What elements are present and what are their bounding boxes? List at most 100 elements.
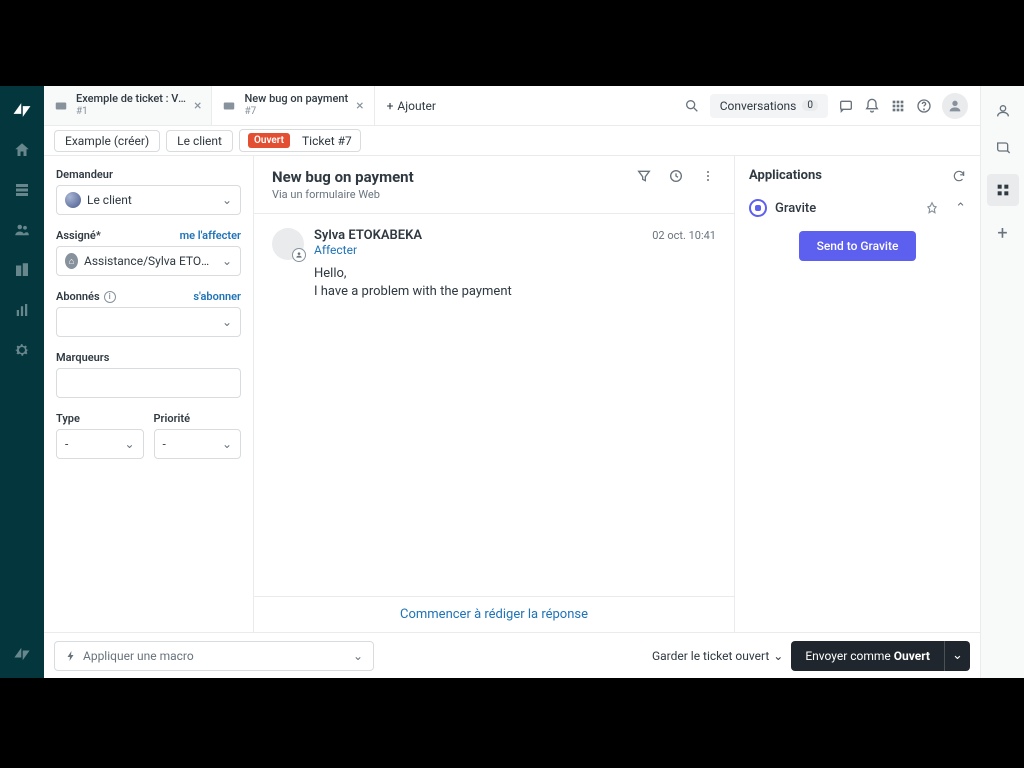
ticket-properties-panel: Demandeur Le client ⌄ Assigné* me l'affe… [44,156,254,632]
organizations-icon[interactable] [12,260,32,280]
profile-avatar[interactable] [942,93,968,119]
search-icon[interactable] [684,98,700,114]
requester-select[interactable]: Le client ⌄ [56,185,241,215]
assign-link[interactable]: Affecter [314,243,716,257]
conversations-button[interactable]: Conversations 0 [710,94,828,118]
chevron-down-icon: ⌄ [222,315,232,329]
priority-value: - [163,437,166,451]
views-icon[interactable] [12,180,32,200]
breadcrumb-example[interactable]: Example (créer) [54,130,160,152]
message-body: Hello, I have a problem with the payment [314,265,716,301]
assignee-value: Assistance/Sylva ETOKABEKA [84,254,216,268]
tab-ticket-7[interactable]: New bug on payment #7 × [212,86,374,125]
priority-label: Priorité [154,412,242,425]
apps-rail-button[interactable] [987,174,1019,206]
breadcrumb-bar: Example (créer) Le client Ouvert Ticket … [44,126,980,156]
macro-label: Appliquer une macro [83,649,194,663]
priority-select[interactable]: - ⌄ [154,429,242,459]
chevron-down-icon: ⌄ [222,437,232,451]
type-value: - [65,437,68,451]
requester-value: Le client [87,193,132,207]
tab-title: Exemple de ticket : Vo… [76,93,186,106]
submit-dropdown[interactable]: ⌄ [944,641,970,671]
close-icon[interactable]: × [356,98,363,114]
ticket-number: Ticket #7 [302,134,352,148]
refresh-icon[interactable] [952,169,966,183]
chevron-down-icon: ⌄ [773,649,783,663]
apps-grid-icon[interactable] [890,98,906,114]
plus-icon: + [387,99,394,113]
tab-ticket-1[interactable]: Exemple de ticket : Vo… #1 × [44,86,212,125]
follow-link[interactable]: s'abonner [193,290,241,303]
message-avatar [272,228,304,260]
customers-icon[interactable] [12,220,32,240]
close-icon[interactable]: × [194,98,201,114]
workspace: Demandeur Le client ⌄ Assigné* me l'affe… [44,156,980,632]
gravite-logo-icon [749,199,767,217]
user-context-icon[interactable] [994,102,1012,120]
assignee-select[interactable]: ⌂ Assistance/Sylva ETOKABEKA ⌄ [56,246,241,276]
events-icon[interactable] [668,168,684,184]
submit-prefix: Envoyer comme [805,649,893,663]
user-badge-icon [292,248,306,262]
notifications-icon[interactable] [864,98,880,114]
macro-select[interactable]: Appliquer une macro ⌄ [54,641,374,671]
breadcrumb-client[interactable]: Le client [166,130,233,152]
add-label: Ajouter [397,99,436,113]
submit-button[interactable]: Envoyer comme Ouvert [791,641,944,671]
footer-bar: Appliquer une macro ⌄ Garder le ticket o… [44,632,980,678]
pin-icon[interactable] [925,201,939,215]
tab-subtitle: #7 [244,106,348,118]
filter-icon[interactable] [636,168,652,184]
ticket-title: New bug on payment [272,168,414,186]
conversations-count: 0 [802,100,818,111]
left-navigation-rail [0,86,44,678]
tags-label: Marqueurs [56,351,241,364]
main-area: Exemple de ticket : Vo… #1 × New bug on … [44,86,980,678]
type-label: Type [56,412,144,425]
compose-reply-hint[interactable]: Commencer à rédiger la réponse [254,596,734,632]
tab-subtitle: #1 [76,106,186,118]
home-icon[interactable] [12,140,32,160]
message-time: 02 oct. 10:41 [652,229,716,242]
add-tab-button[interactable]: + Ajouter [375,86,448,125]
help-icon[interactable] [916,98,932,114]
chevron-down-icon: ⌄ [353,649,363,663]
ticket-via: Via un formulaire Web [272,188,414,201]
assign-to-me-link[interactable]: me l'affecter [180,229,241,242]
assignee-label: Assigné* [56,229,101,242]
message-item: Sylva ETOKABEKA 02 oct. 10:41 Affecter H… [272,228,716,301]
breadcrumb-ticket[interactable]: Ouvert Ticket #7 [239,129,361,152]
admin-gear-icon[interactable] [12,340,32,360]
chevron-down-icon: ⌄ [222,254,232,268]
knowledge-icon[interactable] [994,138,1012,156]
agent-avatar-icon: ⌂ [65,253,78,269]
zendesk-z-icon[interactable] [12,644,32,664]
tags-input[interactable] [56,368,241,398]
chat-icon[interactable] [838,98,854,114]
lightning-icon [65,650,77,662]
info-icon: i [104,291,116,303]
reporting-icon[interactable] [12,300,32,320]
type-select[interactable]: - ⌄ [56,429,144,459]
message-author: Sylva ETOKABEKA [314,228,422,243]
right-context-rail: + [980,86,1024,678]
requester-label: Demandeur [56,168,241,181]
apps-title: Applications [749,168,822,183]
add-app-icon[interactable]: + [994,224,1012,242]
chevron-up-icon[interactable]: ⌃ [955,201,966,216]
tab-title: New bug on payment [244,93,348,106]
apps-panel: Applications Gravite ⌃ S [735,156,980,632]
zendesk-logo-icon [12,100,32,120]
tab-strip: Exemple de ticket : Vo… #1 × New bug on … [44,86,980,126]
conversation-panel: New bug on payment Via un formulaire Web [254,156,735,632]
status-badge: Ouvert [248,133,290,148]
conversations-label: Conversations [720,99,797,113]
user-avatar-icon [65,192,81,208]
followers-select[interactable]: ⌄ [56,307,241,337]
keep-ticket-open[interactable]: Garder le ticket ouvert ⌄ [652,649,783,663]
submit-status: Ouvert [894,649,930,663]
send-to-gravite-button[interactable]: Send to Gravite [799,231,917,261]
chevron-down-icon: ⌄ [124,437,134,451]
more-icon[interactable] [700,168,716,184]
